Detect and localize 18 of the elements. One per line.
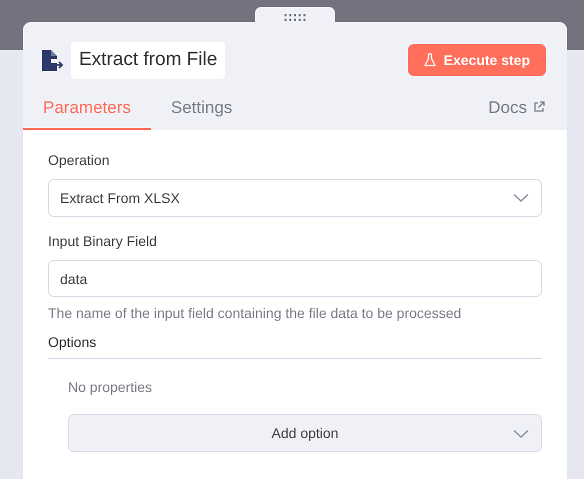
- grip-dots-icon: [284, 14, 306, 21]
- flask-icon: [424, 53, 436, 68]
- add-option-dropdown[interactable]: Add option: [68, 414, 542, 452]
- chevron-down-icon: [513, 193, 529, 203]
- field-label: Input Binary Field: [48, 232, 158, 251]
- empty-text: No properties: [68, 378, 154, 397]
- chevron-down-icon: [513, 429, 529, 439]
- field-hint: The name of the input field containing the file data to be processed: [48, 304, 462, 323]
- input-field[interactable]: data: [48, 260, 542, 297]
- operation-select[interactable]: Extract From XLSX: [48, 179, 542, 217]
- section-heading: Options: [48, 332, 542, 359]
- drag-handle[interactable]: [255, 7, 335, 22]
- field-label: Operation: [48, 151, 110, 170]
- file-arrow-icon: [42, 50, 65, 71]
- tab[interactable]: Settings: [150, 92, 252, 130]
- node-title[interactable]: Extract from File: [71, 42, 226, 78]
- external-link-icon: [533, 101, 545, 114]
- docs-link[interactable]: Docs: [488, 94, 545, 130]
